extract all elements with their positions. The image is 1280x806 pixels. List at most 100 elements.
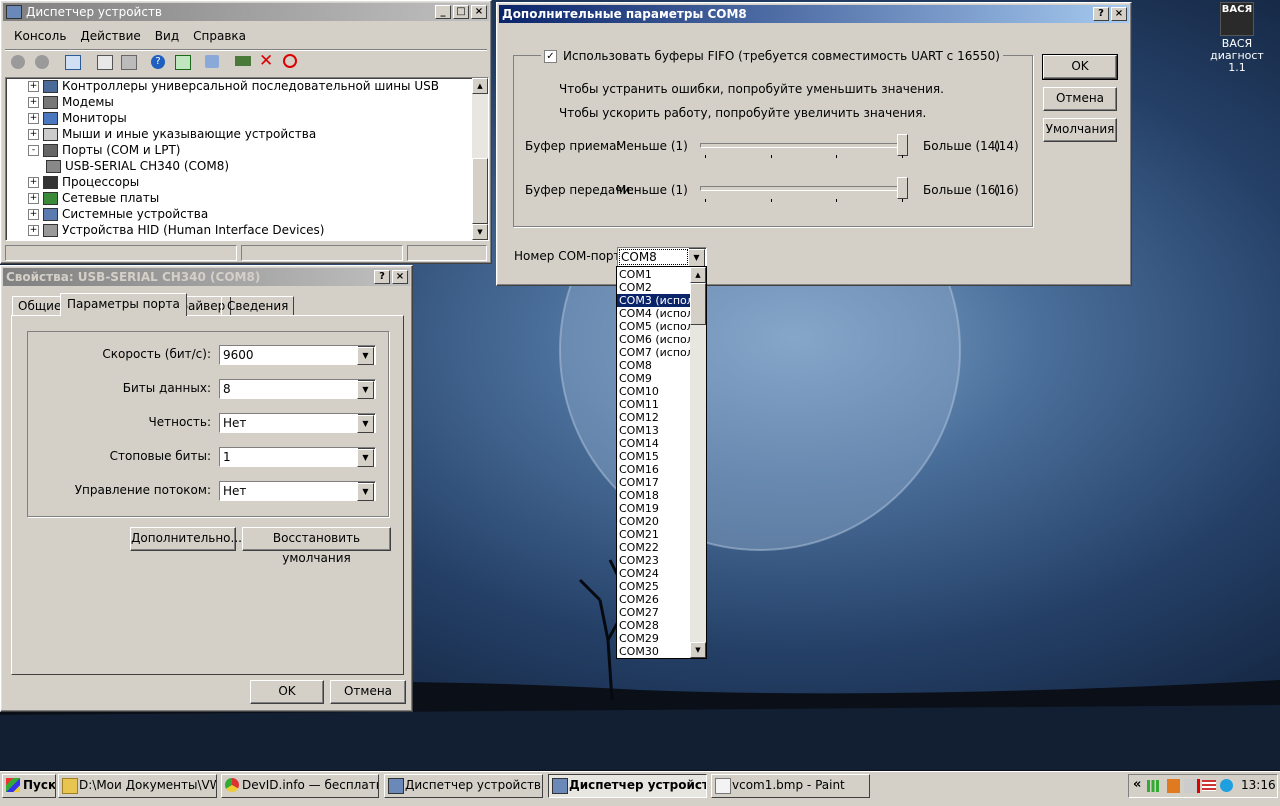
tree-item[interactable]: + Сетевые платы: [28, 190, 159, 206]
com-port-option[interactable]: COM3 (исполь: [617, 294, 690, 307]
com-port-option[interactable]: COM6 (исполь: [617, 333, 690, 346]
menu-console[interactable]: Консоль: [7, 27, 73, 45]
tree-item[interactable]: - Порты (COM и LPT): [28, 142, 180, 158]
com-port-option[interactable]: COM4 (исполь: [617, 307, 690, 320]
com-port-option[interactable]: COM20: [617, 515, 690, 528]
print-icon[interactable]: [121, 55, 137, 70]
ok-button[interactable]: OK: [1042, 54, 1118, 80]
chevron-down-icon[interactable]: ▼: [357, 381, 374, 399]
disable-device-icon[interactable]: [283, 54, 297, 68]
com-port-option[interactable]: COM21: [617, 528, 690, 541]
device-manager-titlebar[interactable]: Диспетчер устройств _ □ ×: [3, 3, 489, 21]
expand-icon[interactable]: +: [28, 208, 39, 220]
back-icon[interactable]: [11, 55, 25, 69]
com-port-option[interactable]: COM2: [617, 281, 690, 294]
desktop-icon-vasya[interactable]: ВАСЯ ВАСЯ диагност 1.1: [1200, 2, 1274, 74]
com-port-option[interactable]: COM24: [617, 567, 690, 580]
port-field-select[interactable]: 1 ▼: [219, 447, 376, 467]
forward-icon[interactable]: [35, 55, 49, 69]
expand-icon[interactable]: +: [28, 112, 39, 124]
scroll-thumb[interactable]: [690, 283, 706, 325]
help-icon[interactable]: ?: [151, 55, 165, 69]
com-port-option[interactable]: COM9: [617, 372, 690, 385]
taskbar-button-explorer[interactable]: D:\Мои Документы\VW\...: [58, 774, 217, 798]
expand-icon[interactable]: +: [28, 128, 39, 140]
uninstall-icon[interactable]: ✕: [259, 52, 273, 70]
tree-item[interactable]: + Системные устройства: [28, 206, 208, 222]
scan-hardware-icon[interactable]: [205, 55, 219, 68]
taskbar-button-browser[interactable]: DevID.info — бесплатн...: [221, 774, 379, 798]
tree-scrollbar[interactable]: ▲ ▼: [472, 78, 488, 240]
properties-titlebar[interactable]: Свойства: USB-SERIAL CH340 (COM8) ? ×: [3, 268, 410, 286]
port-field-select[interactable]: 8 ▼: [219, 379, 376, 399]
menu-action[interactable]: Действие: [73, 27, 147, 45]
java-icon[interactable]: [1167, 779, 1180, 793]
com-port-option[interactable]: COM29: [617, 632, 690, 645]
com-port-option[interactable]: COM19: [617, 502, 690, 515]
expand-icon[interactable]: +: [28, 192, 39, 204]
menu-help[interactable]: Справка: [186, 27, 253, 45]
refresh-icon[interactable]: [175, 55, 191, 70]
port-field-select[interactable]: 9600 ▼: [219, 345, 376, 365]
com-port-option[interactable]: COM13: [617, 424, 690, 437]
restore-defaults-button[interactable]: Восстановить умолчания: [242, 527, 391, 565]
expand-icon[interactable]: +: [28, 176, 39, 188]
expand-icon[interactable]: +: [28, 224, 39, 236]
defaults-button[interactable]: Умолчания: [1043, 118, 1117, 142]
tab-details[interactable]: Сведения: [221, 296, 295, 315]
close-button[interactable]: ×: [392, 270, 408, 284]
scroll-up-button[interactable]: ▲: [690, 267, 706, 283]
scroll-down-button[interactable]: ▼: [690, 642, 706, 658]
com-port-option[interactable]: COM27: [617, 606, 690, 619]
com-port-option[interactable]: COM23: [617, 554, 690, 567]
chevron-down-icon[interactable]: ▼: [357, 449, 374, 467]
rx-slider-thumb[interactable]: [897, 134, 908, 156]
advanced-titlebar[interactable]: Дополнительные параметры COM8 ? ×: [499, 5, 1129, 23]
taskbar-button-paint[interactable]: vcom1.bmp - Paint: [711, 774, 870, 798]
tree-item[interactable]: + Мыши и иные указывающие устройства: [28, 126, 316, 142]
close-button[interactable]: ×: [471, 5, 487, 19]
cancel-button[interactable]: Отмена: [1043, 87, 1117, 111]
dropdown-scrollbar[interactable]: ▲ ▼: [690, 267, 706, 658]
com-port-option[interactable]: COM25: [617, 580, 690, 593]
com-port-option[interactable]: COM28: [617, 619, 690, 632]
com-port-option[interactable]: COM5 (исполь: [617, 320, 690, 333]
update-driver-icon[interactable]: [235, 56, 251, 66]
expand-icon[interactable]: +: [28, 80, 39, 92]
properties-icon[interactable]: [97, 55, 113, 70]
skype-icon[interactable]: [1220, 779, 1233, 792]
port-field-select[interactable]: Нет ▼: [219, 413, 376, 433]
com-port-option[interactable]: COM30: [617, 645, 690, 658]
tree-item[interactable]: + Модемы: [28, 94, 114, 110]
fifo-checkbox[interactable]: ✓: [544, 49, 557, 63]
maximize-button[interactable]: □: [453, 5, 469, 19]
com-port-option[interactable]: COM22: [617, 541, 690, 554]
help-button[interactable]: ?: [1093, 7, 1109, 21]
com-port-option[interactable]: COM11: [617, 398, 690, 411]
help-button[interactable]: ?: [374, 270, 390, 284]
chevron-down-icon[interactable]: ▼: [357, 483, 374, 501]
tree-item[interactable]: USB-SERIAL CH340 (COM8): [46, 158, 229, 174]
show-hidden-icons-chevron[interactable]: «: [1133, 777, 1141, 792]
com-port-option[interactable]: COM1: [617, 268, 690, 281]
tree-item[interactable]: + Мониторы: [28, 110, 127, 126]
expand-icon[interactable]: +: [28, 96, 39, 108]
advanced-button[interactable]: Дополнительно...: [130, 527, 242, 551]
com-port-option[interactable]: COM10: [617, 385, 690, 398]
taskbar-button-devmgr-2[interactable]: Диспетчер устройств: [548, 774, 707, 798]
taskbar-button-devmgr-1[interactable]: Диспетчер устройств: [384, 774, 543, 798]
fifo-checkbox-row[interactable]: ✓ Использовать буферы FIFO (требуется со…: [541, 49, 1003, 63]
com-port-option[interactable]: COM16: [617, 463, 690, 476]
cancel-button[interactable]: Отмена: [330, 680, 406, 704]
volume-muted-icon[interactable]: [1184, 779, 1200, 793]
tab-port-settings[interactable]: Параметры порта: [60, 293, 187, 316]
clock[interactable]: 13:16: [1241, 778, 1276, 792]
tree-item[interactable]: + Контроллеры универсальной последователь…: [28, 78, 439, 94]
com-port-option[interactable]: COM17: [617, 476, 690, 489]
com-port-option[interactable]: COM14: [617, 437, 690, 450]
collapse-icon[interactable]: -: [28, 144, 39, 156]
close-button[interactable]: ×: [1111, 7, 1127, 21]
minimize-button[interactable]: _: [435, 5, 451, 19]
language-flag-icon[interactable]: [1202, 780, 1216, 791]
chevron-down-icon[interactable]: ▼: [357, 415, 374, 433]
